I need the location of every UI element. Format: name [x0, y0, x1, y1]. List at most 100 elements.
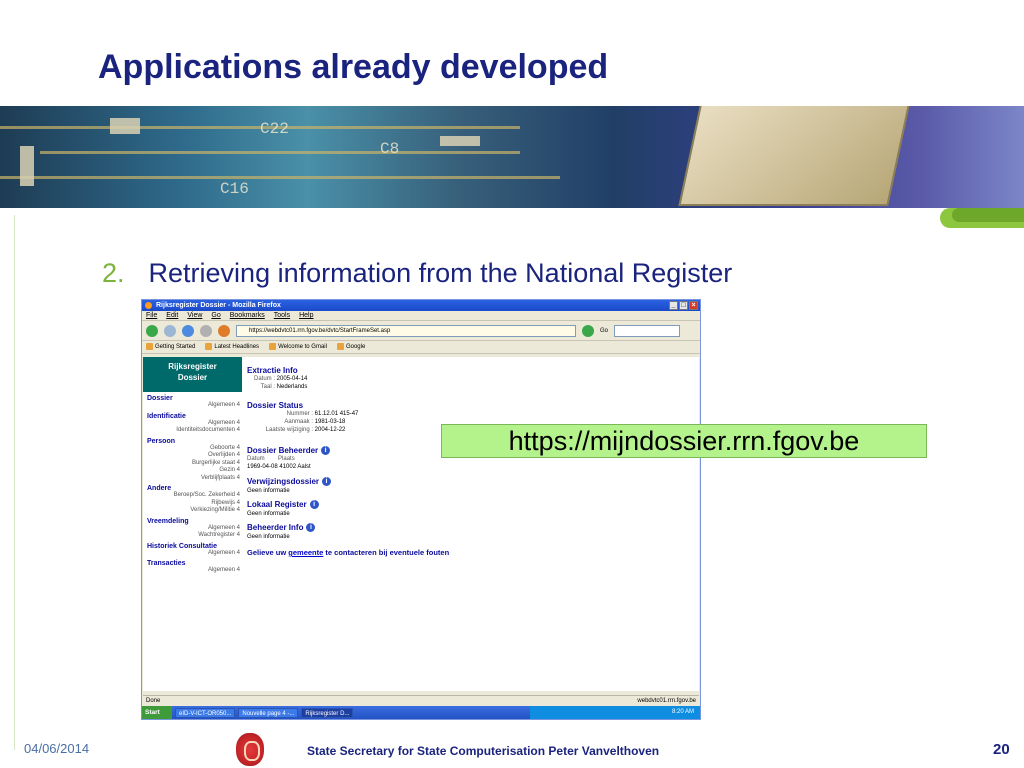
windows-taskbar: Start eID-V-ICT-OR050... Nouvelle page 4… — [142, 706, 700, 719]
sidebar-item[interactable]: Algemeen 4 — [143, 420, 242, 428]
circuit-board-banner: C22 C8 C16 — [0, 106, 1024, 208]
start-button[interactable]: Start — [142, 706, 172, 719]
menu-view[interactable]: View — [187, 311, 202, 320]
firefox-icon — [145, 302, 152, 309]
aanmaak-label: Aanmaak : — [284, 419, 313, 425]
sidebar-section-vreemdeling[interactable]: Vreemdeling — [143, 518, 242, 525]
sidebar-header: Rijksregister Dossier — [143, 357, 242, 392]
browser-title: Rijksregister Dossier - Mozilla Firefox — [156, 302, 281, 309]
info-icon[interactable]: i — [322, 477, 332, 486]
gemeente-link[interactable]: gemeente — [288, 548, 323, 557]
sidebar-item[interactable]: Algemeen 4 — [143, 550, 242, 558]
info-icon[interactable]: i — [321, 446, 331, 455]
verwijzing-title: Verwijzingsdossier i — [247, 477, 697, 486]
sidebar-section-dossier[interactable]: Dossier — [143, 395, 242, 402]
sidebar-header-line2: Dossier — [177, 373, 208, 382]
bullet-text: Retrieving information from the National… — [148, 258, 733, 288]
dossier-main: Extractie Info Datum : 2005-04-14 Taal :… — [247, 362, 697, 557]
sidebar-section-identificatie[interactable]: Identificatie — [143, 413, 242, 420]
close-button[interactable]: × — [689, 301, 698, 310]
extractie-taal: Taal : Nederlands — [247, 383, 697, 391]
menu-tools[interactable]: Tools — [274, 311, 290, 320]
verwijzing-text: Geen informatie — [247, 488, 290, 494]
sidebar-section-transacties[interactable]: Transacties — [143, 560, 242, 567]
sidebar-section-historiek[interactable]: Historiek Consultatie — [143, 543, 242, 550]
info-icon[interactable]: i — [306, 523, 316, 532]
beheerder-title-text: Dossier Beheerder — [247, 446, 319, 455]
sidebar-item[interactable]: Verblijfplaats 4 — [143, 475, 242, 483]
info-icon[interactable]: i — [309, 500, 319, 509]
banner-label: C16 — [220, 180, 249, 198]
sidebar-item[interactable]: Verkiezing/Militie 4 — [143, 507, 242, 515]
sidebar-item[interactable]: Overlijden 4 — [143, 452, 242, 460]
page-number: 20 — [993, 741, 1010, 758]
notice-prefix: Gelieve uw — [247, 548, 287, 557]
sidebar-item[interactable]: Beroep/Soc. Zekerheid 4 — [143, 492, 242, 500]
sidebar-item[interactable]: Geboorte 4 — [143, 445, 242, 453]
bullet-point: 2. Retrieving information from the Nation… — [102, 258, 732, 289]
sidebar-item[interactable]: Gezin 4 — [143, 467, 242, 475]
reload-icon[interactable] — [182, 324, 194, 337]
dossier-sidebar: Rijksregister Dossier Dossier Algemeen 4… — [143, 357, 242, 691]
status-nummer: Nummer : 61.12.01 415-47 — [247, 410, 697, 418]
sidebar-item[interactable]: Algemeen 4 — [143, 567, 242, 575]
minimize-button[interactable]: _ — [669, 301, 678, 310]
status-text: Done — [146, 698, 161, 704]
belgian-coat-of-arms-icon — [236, 733, 264, 766]
maximize-button[interactable]: □ — [679, 301, 688, 310]
banner-component — [20, 146, 34, 186]
menu-bookmarks[interactable]: Bookmarks — [230, 311, 265, 320]
sidebar-item[interactable]: Burgerlijke staat 4 — [143, 460, 242, 468]
taskbar-item[interactable]: Nouvelle page 4 -... — [238, 707, 299, 718]
taskbar-item-active[interactable]: Rijksregister D... — [301, 707, 354, 718]
menu-help[interactable]: Help — [299, 311, 313, 320]
extractie-title: Extractie Info — [247, 366, 298, 375]
nummer-value: 61.12.01 415-47 — [314, 411, 359, 417]
beheerder-info-title-text: Beheerder Info — [247, 523, 304, 532]
banner-component — [440, 136, 480, 146]
menu-go[interactable]: Go — [211, 311, 220, 320]
banner-component — [110, 118, 140, 134]
home-icon[interactable] — [218, 324, 230, 337]
taal-label: Taal : — [260, 384, 275, 390]
wijziging-value: 2004-12-22 — [314, 427, 346, 433]
address-bar[interactable]: https://webdvtc01.rrn.fgov.be/dvtc/Start… — [236, 324, 576, 337]
menu-file[interactable]: File — [146, 311, 157, 320]
sidebar-item[interactable]: Identiteitsdocumenten 4 — [143, 427, 242, 435]
menu-edit[interactable]: Edit — [166, 311, 178, 320]
sidebar-item[interactable]: Wachtregister 4 — [143, 532, 242, 540]
lokaal-title-text: Lokaal Register — [247, 500, 307, 509]
go-label[interactable]: Go — [600, 328, 608, 334]
bookmark-google[interactable]: Google — [337, 343, 365, 351]
beheerder-info-title: Beheerder Info i — [247, 523, 697, 532]
forward-arrow-icon[interactable] — [164, 324, 176, 337]
sidebar-item[interactable]: Algemeen 4 — [143, 525, 242, 533]
aanmaak-value: 1981-03-18 — [314, 419, 346, 425]
bookmark-getting-started[interactable]: Getting Started — [146, 343, 195, 351]
sidebar-item[interactable]: Algemeen 4 — [143, 402, 242, 410]
go-icon[interactable] — [582, 324, 594, 337]
accent-bar-inner — [952, 208, 1024, 222]
beheerder-row: 1969-04-08 41002 Aalst — [247, 464, 311, 470]
sidebar-item[interactable]: Rijbewijs 4 — [143, 500, 242, 508]
taskbar-item[interactable]: eID-V-ICT-OR050... — [175, 707, 236, 718]
search-input[interactable] — [614, 324, 681, 337]
banner-trace — [0, 176, 560, 179]
stop-icon[interactable] — [200, 324, 212, 337]
url-callout: https://mijndossier.rrn.fgov.be — [441, 424, 927, 458]
bookmarks-toolbar: Getting Started Latest Headlines Welcome… — [142, 341, 700, 354]
page-content: Rijksregister Dossier Dossier Algemeen 4… — [143, 357, 699, 691]
banner-chip — [678, 106, 912, 206]
window-controls: _ □ × — [669, 301, 698, 310]
col-plaats: Plaats — [278, 456, 295, 462]
back-arrow-icon[interactable] — [146, 324, 158, 337]
bullet-number: 2. — [102, 258, 125, 288]
bookmark-gmail[interactable]: Welcome to Gmail — [269, 343, 327, 351]
slide: Applications already developed C22 C8 C1… — [0, 0, 1024, 768]
sidebar-section-andere[interactable]: Andere — [143, 485, 242, 492]
beheerder-info-text: Geen informatie — [247, 534, 290, 540]
nummer-label: Nummer : — [286, 411, 313, 417]
sidebar-section-persoon[interactable]: Persoon — [143, 438, 242, 445]
bookmark-latest-headlines[interactable]: Latest Headlines — [205, 343, 259, 351]
system-tray-clock: 8:20 AM — [530, 706, 700, 719]
